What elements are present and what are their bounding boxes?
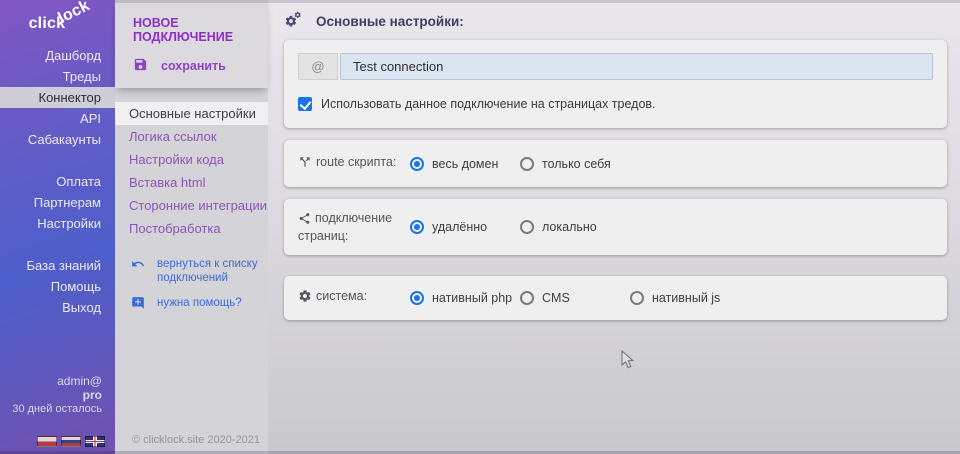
menu-item-code-settings[interactable]: Настройки кода	[115, 148, 268, 171]
radio-option-native-php[interactable]: нативный php	[410, 291, 520, 305]
account-info: admin@ pro 30 дней осталось	[0, 374, 115, 416]
panel-header-section: НОВОЕ ПОДКЛЮЧЕНИЕ сохранить	[115, 0, 268, 88]
sidebar-nav: Дашборд Треды Коннектор API Сабакаунты О…	[0, 45, 115, 318]
radio-label: удалённо	[432, 220, 487, 234]
poland-flag-icon[interactable]	[37, 436, 57, 447]
menu-item-postprocessing[interactable]: Постобработка	[115, 217, 268, 240]
clicklock-logo: clicklock	[0, 0, 115, 40]
account-email: admin@	[0, 374, 102, 388]
system-text: система:	[316, 289, 367, 303]
system-label: система:	[298, 289, 410, 307]
sidebar-item-connector[interactable]: Коннектор	[0, 87, 115, 108]
account-days-left: 30 дней осталось	[0, 402, 102, 416]
menu-item-link-logic[interactable]: Логика ссылок	[115, 125, 268, 148]
uk-flag-icon[interactable]	[85, 436, 105, 447]
top-shadow-line	[115, 0, 960, 3]
help-plus-icon	[131, 296, 145, 314]
menu-item-main-settings[interactable]: Основные настройки	[115, 102, 268, 125]
sidebar-item-dashboard[interactable]: Дашборд	[0, 45, 115, 66]
connection-name-card: @ Использовать данное подключение на стр…	[284, 40, 947, 128]
radio-icon[interactable]	[630, 291, 644, 305]
sidebar-item-knowledge-base[interactable]: База знаний	[0, 255, 115, 276]
use-connection-label: Использовать данное подключение на стран…	[321, 97, 656, 111]
radio-icon[interactable]	[410, 220, 424, 234]
route-script-card: route скрипта: весь домен только себя	[284, 140, 947, 187]
sidebar-item-payment[interactable]: Оплата	[0, 171, 115, 192]
menu-item-integrations[interactable]: Сторонние интеграции	[115, 194, 268, 217]
floppy-disk-icon	[133, 57, 148, 75]
radio-option-cms[interactable]: CMS	[520, 291, 630, 305]
radio-option-remote[interactable]: удалённо	[410, 220, 520, 234]
gear-icon	[298, 289, 312, 307]
sidebar-item-help[interactable]: Помощь	[0, 276, 115, 297]
connection-settings-menu: Основные настройки Логика ссылок Настрой…	[115, 102, 268, 240]
back-to-connections-link[interactable]: вернуться к списку подключений	[131, 257, 268, 285]
radio-option-local[interactable]: локально	[520, 220, 630, 234]
sidebar-item-threads[interactable]: Треды	[0, 66, 115, 87]
radio-label: CMS	[542, 291, 570, 305]
radio-icon[interactable]	[520, 291, 534, 305]
call-split-icon	[298, 155, 312, 173]
connection-panel: НОВОЕ ПОДКЛЮЧЕНИЕ сохранить Основные нас…	[115, 0, 268, 454]
route-script-label: route скрипта:	[298, 155, 410, 173]
page-connection-text: подключение страниц:	[298, 211, 392, 243]
radio-label: нативный php	[432, 291, 512, 305]
main-header: Основные настройки:	[268, 0, 960, 40]
connection-input-group: @	[298, 53, 933, 80]
route-script-text: route скрипта:	[316, 155, 396, 169]
use-connection-checkbox[interactable]	[298, 97, 312, 111]
menu-item-html-insert[interactable]: Вставка html	[115, 171, 268, 194]
radio-icon[interactable]	[520, 220, 534, 234]
sidebar-item-logout[interactable]: Выход	[0, 297, 115, 318]
sidebar-item-subaccounts[interactable]: Сабакаунты	[0, 129, 115, 150]
russia-flag-icon[interactable]	[61, 436, 81, 447]
back-link-label: вернуться к списку подключений	[157, 257, 261, 285]
radio-option-only-self[interactable]: только себя	[520, 157, 630, 171]
save-button-label: сохранить	[161, 59, 226, 73]
radio-icon[interactable]	[410, 291, 424, 305]
radio-label: весь домен	[432, 157, 498, 171]
radio-icon[interactable]	[410, 157, 424, 171]
radio-icon[interactable]	[520, 157, 534, 171]
radio-label: нативный js	[652, 291, 720, 305]
radio-option-native-js[interactable]: нативный js	[630, 291, 740, 305]
system-card: система: нативный php CMS нативный js	[284, 276, 947, 320]
sidebar: clicklock Дашборд Треды Коннектор API Са…	[0, 0, 115, 454]
radio-label: локально	[542, 220, 597, 234]
at-sign-icon: @	[298, 53, 338, 80]
radio-option-whole-domain[interactable]: весь домен	[410, 157, 520, 171]
logo-part-lock: lock	[56, 0, 93, 28]
language-flags	[37, 436, 105, 447]
panel-title: НОВОЕ ПОДКЛЮЧЕНИЕ	[115, 0, 268, 44]
account-plan: pro	[0, 388, 102, 402]
settings-cards: @ Использовать данное подключение на стр…	[268, 40, 960, 320]
use-connection-row: Использовать данное подключение на стран…	[298, 97, 933, 111]
page-title: Основные настройки:	[316, 14, 464, 29]
main-content: Основные настройки: @ Использовать данно…	[268, 0, 960, 454]
share-icon	[298, 212, 311, 229]
sidebar-item-settings[interactable]: Настройки	[0, 213, 115, 234]
page-connection-label: подключение страниц:	[298, 211, 410, 244]
sidebar-item-partners[interactable]: Партнерам	[0, 192, 115, 213]
radio-label: только себя	[542, 157, 611, 171]
page-connection-card: подключение страниц: удалённо локально	[284, 199, 947, 255]
need-help-link[interactable]: нужна помощь?	[131, 296, 268, 314]
connection-name-input[interactable]	[340, 53, 933, 80]
sidebar-item-api[interactable]: API	[0, 108, 115, 129]
panel-links: вернуться к списку подключений нужна пом…	[115, 257, 268, 314]
copyright-footer: © clicklock.site 2020-2021	[132, 434, 260, 446]
gears-icon	[284, 11, 303, 31]
help-link-label: нужна помощь?	[157, 296, 261, 310]
undo-arrow-icon	[131, 257, 145, 275]
mouse-cursor	[621, 350, 634, 374]
save-button[interactable]: сохранить	[133, 57, 268, 75]
